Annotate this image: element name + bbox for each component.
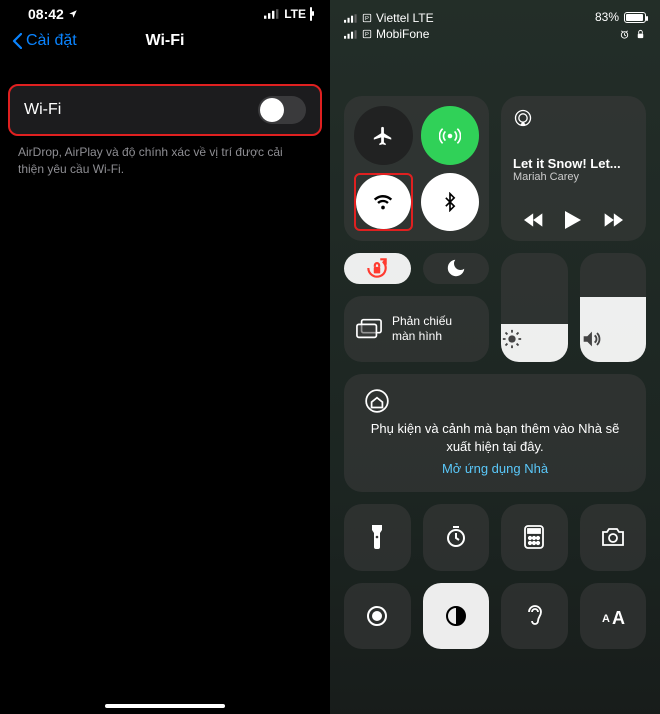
text-size-icon: AA [600, 606, 626, 626]
signal-icon [344, 30, 358, 39]
svg-text:A: A [602, 613, 610, 625]
mirror-icon [356, 318, 382, 340]
wifi-highlight [354, 173, 413, 232]
airplane-toggle[interactable] [354, 106, 413, 165]
cellular-toggle[interactable] [421, 106, 480, 165]
camera-icon [600, 526, 626, 548]
record-icon [365, 604, 389, 628]
mirror-label: Phản chiếu màn hình [392, 314, 477, 343]
volume-icon [580, 328, 647, 350]
wifi-description: AirDrop, AirPlay và độ chính xác về vị t… [0, 136, 330, 186]
calculator-icon [524, 525, 544, 549]
next-button[interactable] [603, 212, 623, 228]
airplay-icon[interactable] [513, 108, 634, 128]
battery-icon [310, 8, 312, 20]
location-icon [68, 9, 78, 19]
airplane-icon [372, 125, 394, 147]
bluetooth-toggle[interactable] [421, 173, 480, 232]
signal-icon [264, 9, 280, 19]
timer-icon [444, 525, 468, 549]
bluetooth-icon [440, 192, 460, 212]
home-indicator[interactable] [105, 704, 225, 708]
wifi-icon [372, 191, 394, 213]
volume-slider[interactable] [580, 253, 647, 361]
page-title: Wi-Fi [0, 32, 330, 50]
dark-mode-icon [444, 604, 468, 628]
signal-icon [344, 14, 358, 23]
carrier1-label: Viettel LTE [376, 10, 434, 26]
battery-icon [624, 12, 646, 23]
connectivity-tile[interactable] [344, 96, 489, 241]
nav-bar: Cài đặt Wi-Fi [0, 22, 330, 64]
media-title: Let it Snow! Let... [513, 156, 634, 171]
rotation-lock-icon [364, 255, 390, 281]
svg-text:A: A [612, 608, 625, 626]
wifi-toggle[interactable] [356, 175, 411, 230]
flashlight-button[interactable] [344, 504, 411, 571]
brightness-icon [501, 328, 568, 350]
sim1-icon: P [362, 13, 372, 23]
media-artist: Mariah Carey [513, 171, 634, 183]
rotation-lock-toggle[interactable] [344, 253, 411, 283]
battery-pct: 83% [595, 10, 619, 24]
status-bar: 08:42 LTE [0, 0, 330, 22]
hearing-button[interactable] [501, 583, 568, 650]
home-text: Phụ kiện và cảnh mà bạn thêm vào Nhà sẽ … [364, 420, 626, 456]
cellular-icon [439, 125, 461, 147]
status-time: 08:42 [28, 6, 64, 22]
sim2-icon: P [362, 29, 372, 39]
prev-button[interactable] [524, 212, 544, 228]
calculator-button[interactable] [501, 504, 568, 571]
dark-mode-button[interactable] [423, 583, 490, 650]
home-icon [364, 388, 626, 414]
network-label: LTE [284, 7, 306, 21]
play-button[interactable] [565, 211, 581, 229]
screen-mirroring-button[interactable]: Phản chiếu màn hình [344, 296, 489, 362]
svg-text:P: P [365, 32, 369, 38]
wifi-setting-row[interactable]: Wi-Fi [8, 84, 322, 136]
timer-button[interactable] [423, 504, 490, 571]
control-center: P Viettel LTE P MobiFone 83% [330, 0, 660, 714]
moon-icon [445, 257, 467, 279]
camera-button[interactable] [580, 504, 647, 571]
carrier2-label: MobiFone [376, 26, 429, 42]
dnd-toggle[interactable] [423, 253, 490, 283]
cc-status-bar: P Viettel LTE P MobiFone 83% [344, 10, 646, 52]
brightness-slider[interactable] [501, 253, 568, 361]
settings-screen: 08:42 LTE Cài đặt Wi-Fi Wi-Fi AirDrop, A… [0, 0, 330, 714]
wifi-label: Wi-Fi [24, 101, 61, 119]
media-tile[interactable]: Let it Snow! Let... Mariah Carey [501, 96, 646, 241]
ear-icon [523, 603, 545, 629]
home-open-link[interactable]: Mở ứng dụng Nhà [364, 460, 626, 478]
lock-icon [635, 29, 646, 40]
svg-text:P: P [365, 16, 369, 22]
screen-record-button[interactable] [344, 583, 411, 650]
text-size-button[interactable]: AA [580, 583, 647, 650]
alarm-icon [619, 29, 630, 40]
home-tile[interactable]: Phụ kiện và cảnh mà bạn thêm vào Nhà sẽ … [344, 374, 646, 493]
flashlight-icon [367, 524, 387, 550]
wifi-toggle[interactable] [258, 96, 306, 124]
